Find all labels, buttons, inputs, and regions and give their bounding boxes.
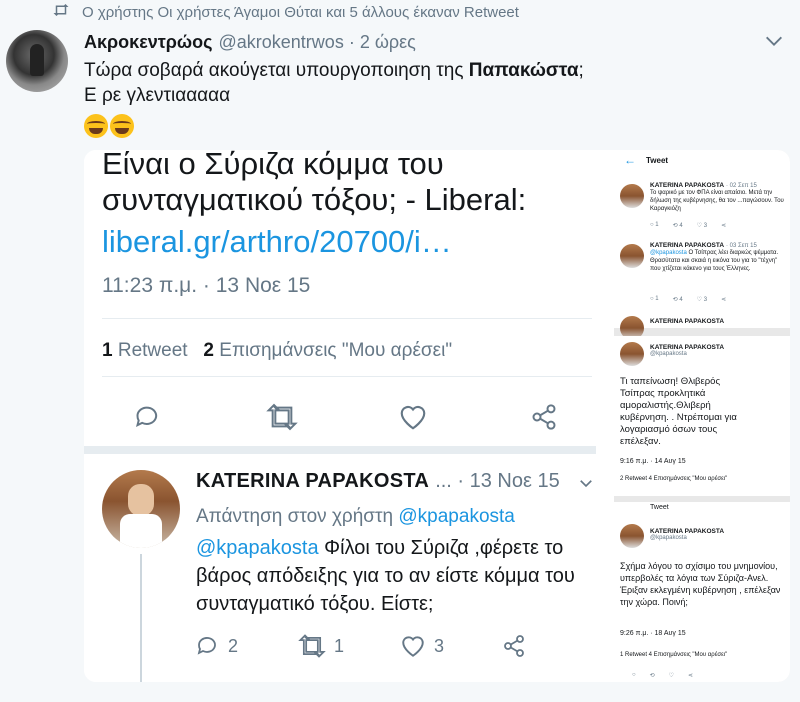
author-handle[interactable]: @akrokentrwos (219, 32, 344, 53)
tweet-text: Τώρα σοβαρά ακούγεται υπουργοποιηση της … (84, 58, 584, 108)
thread-item: KATERINA PAPAKOSTA · 02 Σεπ 15 Το ψαρικό… (650, 182, 786, 213)
reply-to-line: Απάντηση στον χρήστη @kpapakosta (196, 506, 515, 528)
reply-header: KATERINA PAPAKOSTA ... · 13 Νοε 15 (196, 470, 560, 493)
thread-item-name: KATERINA PAPAKOSTA (650, 344, 725, 351)
mini-avatar (620, 184, 644, 208)
thread-item-mention: @kpapakosta (650, 250, 687, 256)
thread-card-top: ← Tweet KATERINA PAPAKOSTA · 02 Σεπ 15 Το… (614, 150, 790, 340)
thread-item-actions: ○ 1 ⟲ 4 ♡ 3 ⋖ (650, 222, 727, 229)
author-name[interactable]: Ακροκεντρώος (84, 32, 213, 53)
mini-avatar (620, 342, 644, 366)
like-count: 2 (203, 340, 214, 361)
tweet-text-bold[interactable]: Παπακώστα (469, 60, 579, 81)
tweet-time[interactable]: 2 ώρες (360, 32, 416, 53)
thread-item: KATERINA PAPAKOSTA (650, 318, 725, 325)
thread-line (140, 554, 142, 682)
embedded-actions (134, 400, 662, 434)
reply-tweet: KATERINA PAPAKOSTA ... · 13 Νοε 15 Απάντ… (84, 454, 596, 682)
thread-item-name: KATERINA PAPAKOSTA (650, 242, 725, 249)
emoji-row (84, 114, 134, 138)
thread-item-handle: @kpapakosta (650, 351, 687, 357)
thread-header-label: Tweet (646, 156, 669, 165)
like-label: Επισημάνσεις "Μου αρέσει" (219, 340, 453, 361)
reply-avatar (102, 470, 180, 548)
thread-item-text: Το ψαρικό με τον ΦΠΑ είναι απαίσιο. Μετά… (650, 190, 784, 212)
thread-item-name: KATERINA PAPAKOSTA (650, 528, 725, 535)
like-action: 3 (400, 634, 502, 658)
reply-action: 2 (196, 634, 298, 658)
retweet-icon (52, 3, 72, 22)
thread-item-top-label: Tweet (650, 504, 669, 511)
reply-mention: @kpapakosta (196, 537, 319, 559)
mini-avatar (620, 244, 644, 268)
retweet-banner-text[interactable]: Ο χρήστης Οι χρήστες Άγαμοι Θύται και 5 … (82, 4, 519, 21)
separator-dot: · (348, 32, 355, 52)
chevron-down-icon (577, 474, 597, 494)
tweet-text-part2: ; (578, 60, 584, 81)
reply-to-label: Απάντηση στον χρήστη (196, 506, 394, 527)
retweet-count: 1 (102, 340, 113, 361)
thread-item-handle: @kpapakosta (650, 535, 687, 541)
thread-item-actions: ○ 1 ⟲ 4 ♡ 3 ⋖ (650, 296, 727, 303)
attached-image[interactable]: Είναι ο Σύριζα κόμμα του συνταγματικού τ… (84, 150, 790, 682)
laughing-emoji-icon (110, 114, 134, 138)
reply-meta: ... · 13 Νοε 15 (435, 470, 560, 492)
thread-item-stats: 1 Retweet 4 Επισημάνσεις "Μου αρέσει" (620, 652, 728, 658)
reply-author-name: KATERINA PAPAKOSTA (196, 470, 430, 492)
embedded-timestamp: 11:23 π.μ. · 13 Νοε 15 (102, 274, 311, 297)
thread-item-name: KATERINA PAPAKOSTA (650, 182, 725, 189)
retweet-label: Retweet (117, 340, 188, 361)
reply-to-handle: @kpapakosta (398, 506, 515, 527)
embedded-title-line0: Είναι ο Σύριζα κόμμα του (102, 150, 444, 181)
embedded-title-line1: συνταγματικού τόξου; - Liberal: (102, 182, 527, 217)
thread-card-bottom: Tweet KATERINA PAPAKOSTA @kpapakosta Σχή… (614, 502, 790, 682)
reply-actions: 2 1 3 (196, 634, 604, 658)
heart-icon (398, 400, 530, 434)
thread-item-stats: 2 Retweet 4 Επισημάνσεις "Μου αρέσει" (620, 476, 728, 482)
thread-item: KATERINA PAPAKOSTA · 03 Σεπ 15 @kpapakos… (650, 242, 786, 273)
retweet-banner: Ο χρήστης Οι χρήστες Άγαμοι Θύται και 5 … (52, 3, 519, 22)
share-icon (502, 634, 604, 658)
thread-item-date: 9:16 π.μ. · 14 Αυγ 15 (620, 458, 686, 465)
embedded-thread-screenshot: ← Tweet KATERINA PAPAKOSTA · 02 Σεπ 15 Το… (614, 150, 790, 682)
divider (102, 318, 592, 319)
back-arrow-icon: ← (624, 153, 636, 167)
embedded-link: liberal.gr/arthro/20700/i… (102, 224, 452, 259)
like-count: 3 (434, 635, 445, 656)
thread-item-author: KATERINA PAPAKOSTA @kpapakosta (650, 528, 724, 541)
retweet-action: 1 (298, 634, 400, 658)
reply-count: 2 (228, 635, 239, 656)
tweet-text-part1: Τώρα σοβαρά ακούγεται υπουργοποιηση της (84, 60, 469, 81)
reply-icon (134, 400, 266, 434)
embedded-tweet-screenshot: Είναι ο Σύριζα κόμμα του συνταγματικού τ… (84, 150, 596, 682)
thread-header: ← Tweet (614, 150, 790, 172)
retweet-icon (266, 400, 398, 434)
embedded-stats: 1 Retweet 2 Επισημάνσεις "Μου αρέσει" (102, 340, 452, 362)
thread-item-text: Σχήμα λόγου το σχίσιμο του μνημονίου, υπ… (620, 561, 781, 607)
retweet-count: 1 (334, 635, 345, 656)
chevron-down-icon[interactable] (763, 30, 787, 54)
thread-card-mid: KATERINA PAPAKOSTA @kpapakosta Τι ταπείν… (614, 336, 790, 496)
thread-item-author: KATERINA PAPAKOSTA @kpapakosta (650, 344, 724, 357)
reply-text: @kpapakosta Φίλοι του Σύριζα ,φέρετε το … (196, 534, 586, 618)
user-avatar[interactable] (6, 30, 68, 92)
tweet-header: Ακροκεντρώος @akrokentrwos · 2 ώρες (84, 32, 416, 53)
thread-item-text: Τι ταπείνωση! Θλιβερός Τσίπρας προκλητικ… (620, 376, 737, 447)
mini-avatar (620, 524, 644, 548)
divider (102, 376, 592, 377)
tweet-text-line2: Ε ρε γλεντιααααα (84, 85, 231, 106)
laughing-emoji-icon (84, 114, 108, 138)
section-divider (84, 446, 596, 454)
thread-item-date: 9:26 π.μ. · 18 Αυγ 15 (620, 630, 686, 637)
thread-item-actions: ○ ⟲ ♡ ⋖ (632, 672, 694, 679)
